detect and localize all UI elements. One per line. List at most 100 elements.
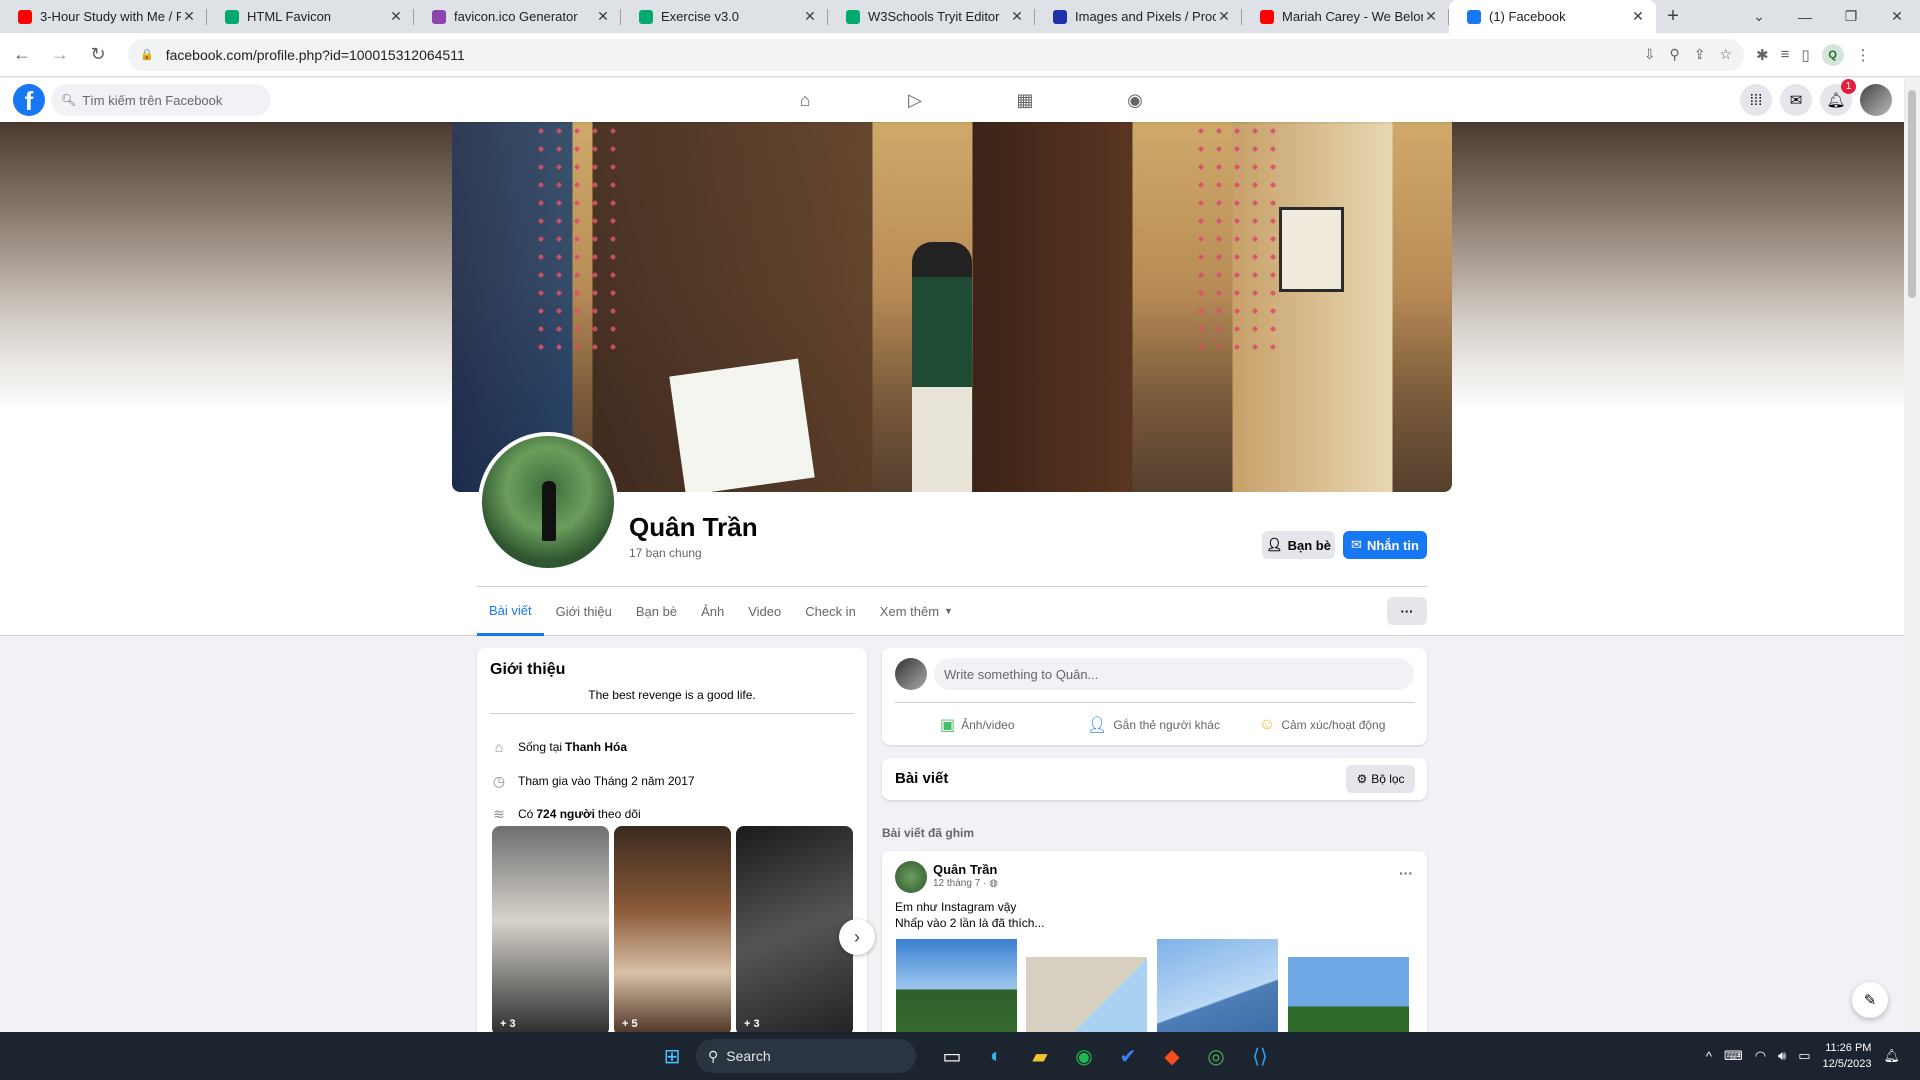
close-window-button[interactable]: ✕: [1874, 0, 1920, 33]
notifications-bell-icon[interactable]: 🔔︎ 1: [1820, 79, 1856, 116]
chrome-icon[interactable]: ◎: [1194, 1034, 1238, 1078]
close-tab-icon[interactable]: ✕: [595, 8, 611, 25]
tab-photos[interactable]: Ảnh: [689, 588, 736, 634]
tab-posts[interactable]: Bài viết: [477, 588, 544, 636]
close-tab-icon[interactable]: ✕: [802, 8, 818, 25]
taskbar-clock[interactable]: 11:26 PM 12/5/2023: [1823, 1040, 1872, 1072]
marketplace-icon[interactable]: ▦: [970, 78, 1080, 122]
profile-name: Quân Trần: [629, 512, 758, 542]
facebook-search-input[interactable]: 🔍︎ Tìm kiếm trên Facebook: [51, 84, 271, 116]
browser-tab[interactable]: W3Schools Tryit Editor ✕: [828, 0, 1035, 33]
photo-video-button[interactable]: ▣ Ảnh/video: [940, 710, 1015, 740]
post-author-avatar[interactable]: [895, 861, 927, 893]
browser-tab[interactable]: favicon.ico Generator ✕: [414, 0, 621, 33]
filter-button[interactable]: ⚙ Bộ lọc: [1346, 765, 1415, 793]
browser-tab-title: HTML Favicon: [247, 9, 332, 24]
mutual-friends[interactable]: 17 bạn chung: [629, 546, 702, 560]
taskbar-search-icon: ⚲: [708, 1047, 719, 1064]
forward-button[interactable]: →: [44, 39, 76, 71]
post-author-name[interactable]: Quân Trần: [933, 862, 997, 877]
followers-count[interactable]: 724 người: [536, 807, 595, 821]
messenger-icon[interactable]: ✉: [1780, 84, 1812, 116]
tag-people-button[interactable]: 👤︎ Gắn thẻ người khác: [1087, 710, 1220, 740]
close-tab-icon[interactable]: ✕: [1630, 8, 1646, 25]
post-menu-button[interactable]: ···: [1399, 865, 1413, 881]
bookmark-star-icon[interactable]: ☆: [1719, 46, 1732, 63]
cover-menu-board: [1279, 207, 1344, 292]
feeling-activity-button[interactable]: ☺ Cảm xúc/hoạt động: [1259, 710, 1385, 740]
share-icon[interactable]: ⇪: [1694, 46, 1706, 63]
groups-icon[interactable]: ◉: [1080, 78, 1190, 122]
volume-icon[interactable]: 🔊︎: [1778, 1048, 1786, 1064]
browser-tab-title: (1) Facebook: [1489, 9, 1566, 24]
tab-friends[interactable]: Bạn bè: [624, 588, 689, 634]
browser-tab[interactable]: Mariah Carey - We Belong...✕: [1242, 0, 1449, 33]
vscode-icon[interactable]: ⟨⟩: [1238, 1034, 1282, 1078]
composer-input[interactable]: Write something to Quân...: [934, 658, 1414, 690]
post-timestamp[interactable]: 12 tháng 7 · ◍: [933, 878, 998, 889]
featured-story-1[interactable]: + 3: [492, 826, 609, 1036]
zoom-icon[interactable]: ⚲: [1669, 46, 1679, 63]
browser-tab[interactable]: (1) Facebook ✕: [1449, 0, 1656, 33]
tab-videos[interactable]: Video: [736, 588, 793, 634]
file-explorer-icon[interactable]: ▰: [1018, 1034, 1062, 1078]
reading-list-icon[interactable]: ≡: [1781, 46, 1790, 63]
close-tab-icon[interactable]: ✕: [1216, 8, 1232, 25]
url-field[interactable]: 🔒 facebook.com/profile.php?id=1000153120…: [128, 38, 1744, 71]
todo-check-icon[interactable]: ✔: [1106, 1034, 1150, 1078]
browser-tab[interactable]: HTML Favicon ✕: [207, 0, 414, 33]
install-icon[interactable]: ⇩: [1644, 46, 1656, 63]
browser-profile-avatar[interactable]: Q: [1821, 43, 1844, 66]
cover-photo[interactable]: [452, 122, 1452, 492]
wifi-icon[interactable]: ◠: [1755, 1048, 1766, 1064]
new-tab-button[interactable]: +: [1656, 0, 1690, 33]
input-indicator-icon[interactable]: ⌨: [1724, 1048, 1743, 1064]
browser-menu-icon[interactable]: ⋮: [1856, 46, 1871, 64]
watch-icon[interactable]: ▷: [860, 78, 970, 122]
taskbar-search[interactable]: ⚲ Search: [696, 1039, 916, 1073]
battery-icon[interactable]: ▭: [1798, 1048, 1810, 1064]
task-view-icon[interactable]: ▭: [930, 1034, 974, 1078]
reload-button[interactable]: ↻: [82, 39, 114, 71]
lives-city[interactable]: Thanh Hóa: [565, 740, 627, 754]
notification-center-icon[interactable]: 🔔︎: [1883, 1048, 1900, 1064]
more-options-button[interactable]: ···: [1387, 597, 1427, 625]
featured-story-2[interactable]: + 5: [614, 826, 731, 1036]
close-tab-icon[interactable]: ✕: [1009, 8, 1025, 25]
main-nav: ⌂ ▷ ▦ ◉: [750, 78, 1190, 122]
friends-button[interactable]: 👤︎ Bạn bè: [1262, 531, 1335, 559]
browser-tab-title: 3-Hour Study with Me / P...: [40, 9, 181, 24]
new-message-compose-icon[interactable]: ✎: [1852, 982, 1888, 1018]
side-panel-icon[interactable]: ▯: [1801, 46, 1809, 64]
tab-about[interactable]: Giới thiệu: [544, 588, 624, 634]
browser-tab[interactable]: Images and Pixels / Proce...✕: [1035, 0, 1242, 33]
back-button[interactable]: ←: [6, 39, 38, 71]
tab-checkins[interactable]: Check in: [793, 588, 868, 634]
featured-story-3[interactable]: + 3: [736, 826, 853, 1036]
browser-tab[interactable]: 3-Hour Study with Me / P... ✕: [0, 0, 207, 33]
tab-more[interactable]: Xem thêm ▼: [868, 588, 965, 634]
close-tab-icon[interactable]: ✕: [181, 8, 197, 25]
profile-picture[interactable]: [478, 432, 618, 572]
windows-start-icon[interactable]: ⊞: [650, 1034, 694, 1078]
account-avatar[interactable]: [1860, 84, 1892, 116]
tab-search-icon[interactable]: ⌄: [1736, 0, 1782, 33]
restore-button[interactable]: ❐: [1828, 0, 1874, 33]
close-tab-icon[interactable]: ✕: [388, 8, 404, 25]
close-tab-icon[interactable]: ✕: [1423, 8, 1439, 25]
edge-icon[interactable]: ◐: [974, 1034, 1018, 1078]
scrollbar-thumb[interactable]: [1908, 90, 1916, 298]
tray-chevron-up-icon[interactable]: ^: [1706, 1049, 1712, 1064]
home-icon[interactable]: ⌂: [750, 78, 860, 122]
figma-like-diamond-icon[interactable]: ◆: [1150, 1034, 1194, 1078]
taskbar-apps: ▭ ◐ ▰ ◉ ✔ ◆ ◎ ⟨⟩: [930, 1034, 1282, 1078]
page-scrollbar[interactable]: [1904, 78, 1920, 1032]
chevron-right-icon[interactable]: ›: [839, 919, 875, 955]
menu-grid-icon[interactable]: ⁞⁞⁞: [1740, 84, 1772, 116]
facebook-logo[interactable]: f: [13, 84, 45, 116]
spotify-icon[interactable]: ◉: [1062, 1034, 1106, 1078]
browser-tab[interactable]: Exercise v3.0 ✕: [621, 0, 828, 33]
message-button[interactable]: ✉ Nhắn tin: [1343, 531, 1427, 559]
minimize-button[interactable]: —: [1782, 0, 1828, 33]
extensions-icon[interactable]: ✱: [1756, 46, 1769, 64]
